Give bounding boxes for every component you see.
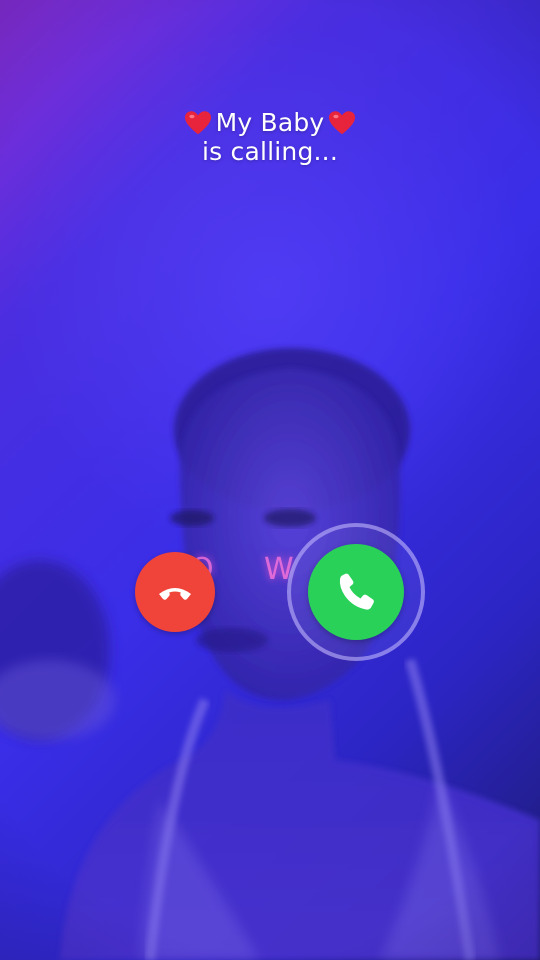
decline-call-button[interactable] — [135, 552, 215, 632]
red-heart-emoji-icon — [329, 110, 356, 134]
caller-info: My Baby is calling... — [0, 108, 540, 166]
incoming-call-screen: O W My Baby is calling... — [0, 0, 540, 960]
call-status: is calling... — [202, 137, 338, 166]
phone-hangup-icon — [159, 588, 191, 600]
caller-name: My Baby — [215, 108, 325, 137]
red-heart-emoji-icon — [184, 110, 211, 134]
accept-call-button[interactable] — [308, 544, 404, 640]
phone-icon — [339, 573, 374, 610]
caller-name-line: My Baby — [0, 108, 540, 137]
